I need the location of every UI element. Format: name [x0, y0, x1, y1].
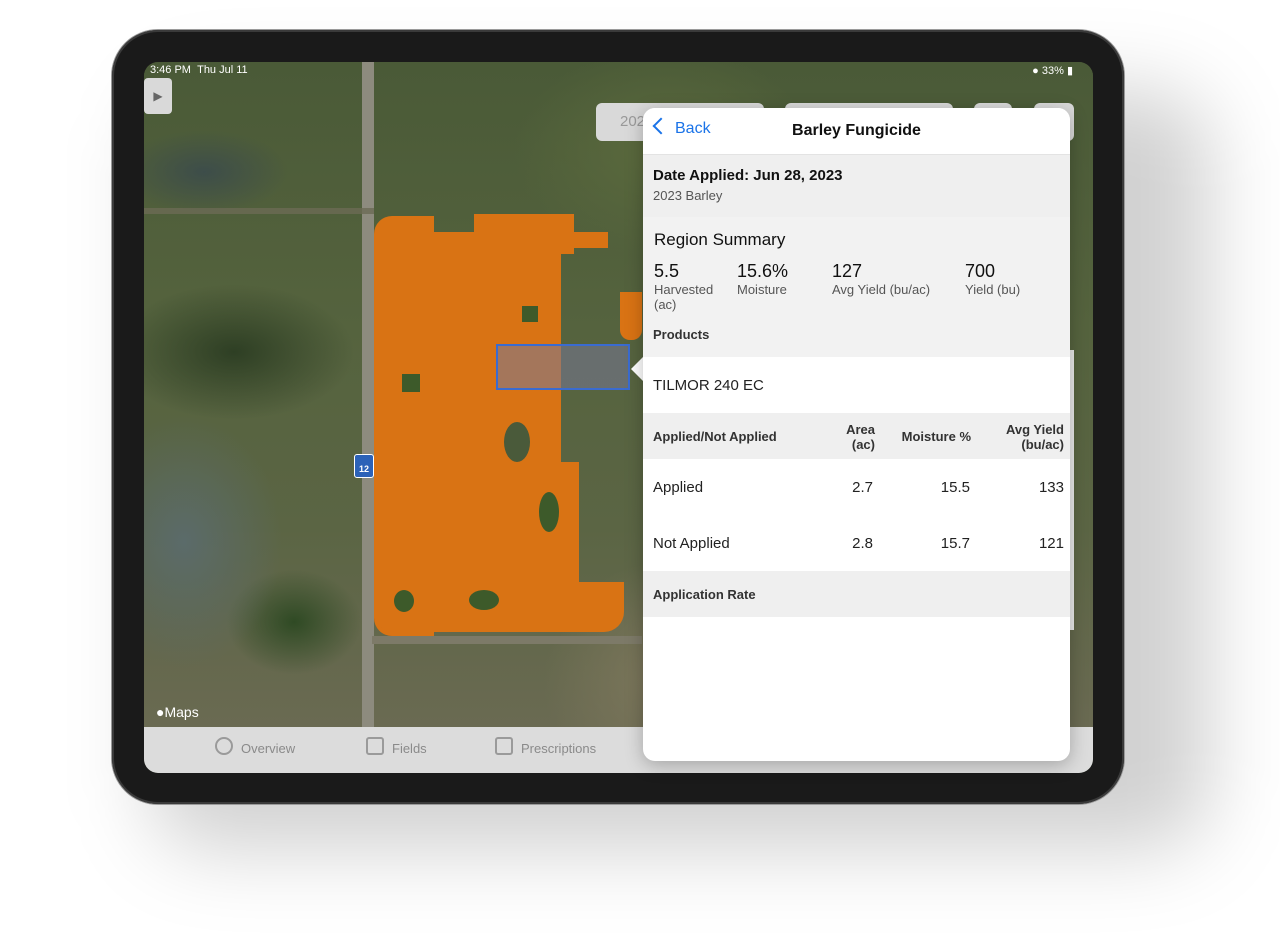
tab-overview[interactable]: Overview — [215, 737, 295, 756]
cell-avg-yield: 133 — [1038, 479, 1064, 496]
cell-applied: Not Applied — [653, 535, 730, 552]
date-applied: Date Applied: Jun 28, 2023 — [653, 167, 843, 184]
region-popover: Back Barley Fungicide Date Applied: Jun … — [643, 108, 1070, 761]
region-summary-title: Region Summary — [654, 230, 786, 249]
region-summary: Region Summary 5.5 Harvested (ac) 15.6% … — [643, 217, 1070, 357]
prescriptions-icon — [495, 737, 513, 755]
tab-prescriptions[interactable]: Prescriptions — [495, 737, 596, 756]
applied-table-header: Applied/Not Applied Area (ac) Moisture %… — [643, 413, 1070, 459]
application-header: Date Applied: Jun 28, 2023 2023 Barley — [643, 155, 1070, 217]
status-battery: ● 33% ▮ — [1032, 65, 1073, 77]
sidebar-edge — [1070, 350, 1074, 630]
field-gap — [469, 590, 499, 610]
field-coverage[interactable] — [574, 232, 608, 248]
highway-road — [362, 62, 374, 727]
product-item[interactable]: TILMOR 240 EC — [643, 357, 1070, 413]
cell-moisture: 15.7 — [940, 535, 970, 552]
field-coverage[interactable] — [620, 292, 642, 340]
battery-icon: ▮ — [1066, 65, 1073, 77]
application-rate-label: Application Rate — [653, 587, 756, 602]
cell-applied: Applied — [653, 479, 704, 496]
stat-moisture: 15.6% Moisture — [737, 261, 789, 297]
header-moisture: Moisture % — [901, 429, 971, 444]
highway-shield: 12 — [354, 454, 374, 478]
products-label: Products — [653, 327, 710, 342]
wifi-icon: ● — [1032, 65, 1039, 77]
stat-avg-yield: 127 Avg Yield (bu/ac) — [832, 261, 931, 297]
popover-nav-bar: Back Barley Fungicide — [643, 108, 1070, 155]
cell-moisture: 15.5 — [940, 479, 970, 496]
cell-area: 2.8 — [852, 535, 873, 552]
field-gap — [394, 590, 414, 612]
header-area: Area (ac) — [846, 422, 875, 452]
overview-icon — [215, 737, 233, 755]
product-name: TILMOR 240 EC — [653, 377, 764, 394]
application-rate-header: Application Rate — [643, 571, 1070, 617]
field-gap — [504, 422, 530, 462]
stat-yield: 700 Yield (bu) — [965, 261, 1021, 297]
play-triangle-icon: ▶ — [153, 89, 163, 103]
field-coverage[interactable] — [409, 232, 561, 632]
table-row[interactable]: Applied 2.7 15.5 133 — [643, 459, 1070, 516]
stat-harvested: 5.5 Harvested (ac) — [654, 261, 714, 312]
field-gap — [539, 492, 559, 532]
field-coverage[interactable] — [474, 214, 574, 254]
field-road — [372, 636, 642, 644]
fields-icon — [366, 737, 384, 755]
maps-attribution: ●Maps — [156, 704, 199, 720]
selected-region[interactable] — [496, 344, 630, 390]
status-time: 3:46 PM Thu Jul 11 — [150, 64, 248, 76]
popover-pointer — [631, 357, 643, 381]
header-applied: Applied/Not Applied — [653, 429, 777, 444]
table-row[interactable]: Not Applied 2.8 15.7 121 — [643, 515, 1070, 572]
crop-season: 2023 Barley — [653, 188, 723, 203]
cell-avg-yield: 121 — [1038, 535, 1064, 552]
header-avg-yield: Avg Yield (bu/ac) — [1005, 422, 1064, 452]
popover-title: Barley Fungicide — [792, 122, 921, 139]
cell-area: 2.7 — [852, 479, 873, 496]
sidebar-toggle-button[interactable]: ▶ — [144, 78, 172, 114]
side-road — [144, 208, 374, 214]
field-gap — [402, 374, 420, 392]
field-gap — [522, 306, 538, 322]
tab-fields[interactable]: Fields — [366, 737, 427, 756]
